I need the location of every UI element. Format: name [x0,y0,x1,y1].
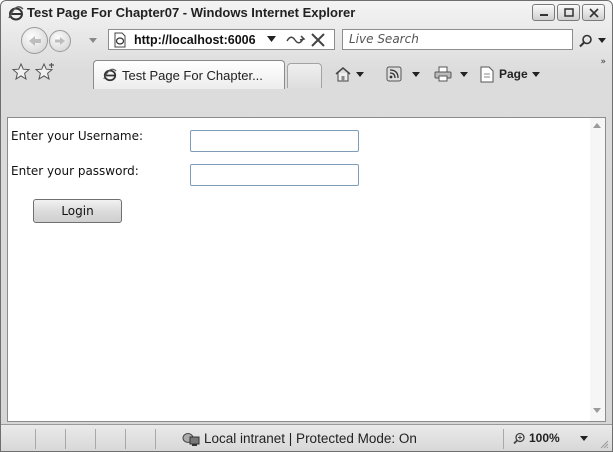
status-separator [95,429,96,449]
feeds-dropdown-icon[interactable] [412,71,420,77]
status-separator [503,429,504,449]
vertical-scrollbar[interactable] [590,118,605,421]
zone-icon [182,433,200,446]
window-controls [532,4,605,21]
print-dropdown-icon[interactable] [460,71,468,77]
page-content: Enter your Username: Enter your password… [7,117,606,422]
zoom-icon[interactable] [513,432,526,445]
search-placeholder: Live Search [349,32,419,46]
search-dropdown-icon[interactable] [598,38,606,43]
resize-grip-icon[interactable] [599,439,609,449]
login-button[interactable]: Login [33,199,122,223]
close-button[interactable] [582,4,605,21]
browser-window: Test Page For Chapter07 - Windows Intern… [0,0,613,452]
security-zone-text[interactable]: Local intranet | Protected Mode: On [204,431,417,446]
stop-icon[interactable] [309,32,327,48]
password-label: Enter your password: [11,164,139,178]
page-menu-label: Page [499,67,528,81]
forward-button[interactable] [49,30,71,52]
status-separator [155,429,156,449]
tab-test-page[interactable]: Test Page For Chapter... [93,60,285,89]
title-bar: Test Page For Chapter07 - Windows Intern… [1,1,612,25]
page-menu-icon [480,66,494,82]
refresh-icon[interactable] [284,32,306,48]
zoom-dropdown-icon[interactable] [580,436,588,441]
status-separator [125,429,126,449]
print-icon [434,66,452,82]
scroll-down-arrow[interactable] [593,408,601,413]
back-icon [28,35,41,46]
new-tab-button[interactable] [287,63,322,88]
maximize-icon [564,8,574,17]
feeds-icon [386,66,402,82]
zoom-level[interactable]: 100% [529,431,560,445]
feeds-button[interactable] [386,66,420,82]
status-separator [65,429,66,449]
search-input[interactable]: Live Search [342,29,573,50]
home-dropdown-icon[interactable] [356,71,364,77]
ie-logo-icon [8,6,24,21]
close-icon [589,8,599,18]
page-menu-button[interactable]: Page [479,66,540,82]
address-row: http://localhost:6006 Live Search [1,26,612,54]
address-dropdown-icon[interactable] [267,36,276,42]
status-bar: Local intranet | Protected Mode: On 100% [1,424,612,451]
username-input[interactable] [190,130,359,152]
search-icon[interactable] [579,34,593,48]
page-dropdown-icon [531,71,540,77]
scroll-up-arrow[interactable] [593,123,601,128]
favorites-star-icon[interactable] [12,63,30,80]
home-icon [335,67,351,82]
window-title: Test Page For Chapter07 - Windows Intern… [27,5,356,20]
status-separator [35,429,36,449]
login-form: Enter your Username: Enter your password… [8,118,591,421]
username-label: Enter your Username: [11,129,144,143]
maximize-button[interactable] [557,4,580,21]
tab-row: Test Page For Chapter... Page » [1,54,612,91]
tab-label: Test Page For Chapter... [122,67,263,83]
address-url: http://localhost:6006 [134,32,256,47]
history-dropdown-icon[interactable] [89,38,97,43]
address-bar[interactable]: http://localhost:6006 [108,29,335,50]
minimize-icon [540,14,548,16]
add-favorites-icon[interactable] [35,63,55,80]
minimize-button[interactable] [532,4,555,21]
more-commands-icon[interactable]: » [600,57,606,67]
print-button[interactable] [434,66,468,82]
back-button[interactable] [21,27,48,54]
tab-ie-icon [103,68,117,82]
forward-icon [55,37,65,45]
password-input[interactable] [190,164,359,186]
page-icon [114,32,126,47]
home-button[interactable] [334,66,364,82]
